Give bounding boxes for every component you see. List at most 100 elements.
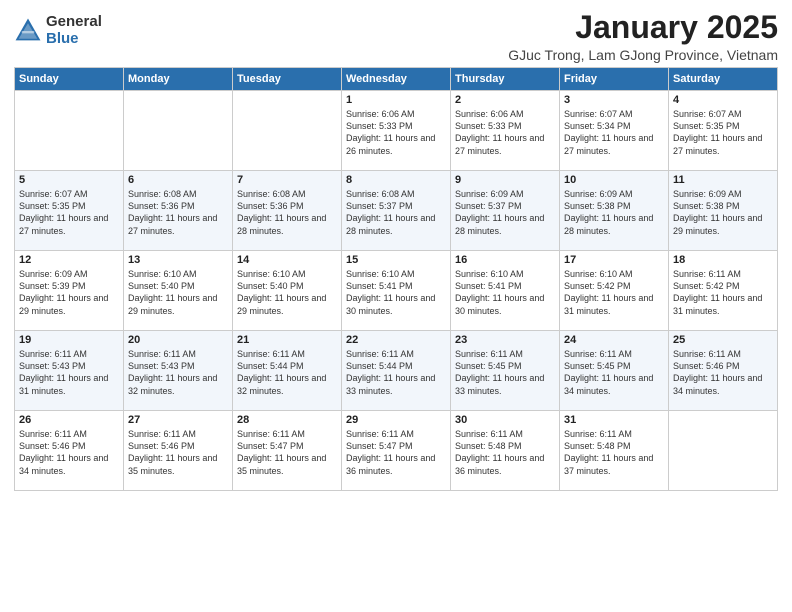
col-friday: Friday (560, 68, 669, 91)
day-content: Sunrise: 6:08 AM Sunset: 5:37 PM Dayligh… (346, 188, 446, 237)
calendar-cell: 17 Sunrise: 6:10 AM Sunset: 5:42 PM Dayli… (560, 251, 669, 331)
day-content: Sunrise: 6:08 AM Sunset: 5:36 PM Dayligh… (128, 188, 228, 237)
calendar-cell: 6 Sunrise: 6:08 AM Sunset: 5:36 PM Daylig… (124, 171, 233, 251)
day-number: 3 (564, 94, 664, 106)
calendar-cell: 19 Sunrise: 6:11 AM Sunset: 5:43 PM Dayli… (15, 331, 124, 411)
day-content: Sunrise: 6:07 AM Sunset: 5:35 PM Dayligh… (19, 188, 119, 237)
calendar-cell: 28 Sunrise: 6:11 AM Sunset: 5:47 PM Dayli… (233, 411, 342, 491)
day-number: 5 (19, 174, 119, 186)
calendar-cell: 21 Sunrise: 6:11 AM Sunset: 5:44 PM Dayli… (233, 331, 342, 411)
day-number: 16 (455, 254, 555, 266)
title-block: January 2025 GJuc Trong, Lam GJong Provi… (508, 10, 778, 63)
col-wednesday: Wednesday (342, 68, 451, 91)
header-row: Sunday Monday Tuesday Wednesday Thursday… (15, 68, 778, 91)
calendar-cell: 22Sunrise: 6:11 AM Sunset: 5:44 PM Dayli… (342, 331, 451, 411)
day-content: Sunrise: 6:06 AM Sunset: 5:33 PM Dayligh… (346, 108, 446, 157)
calendar-cell: 24Sunrise: 6:11 AM Sunset: 5:45 PM Dayli… (560, 331, 669, 411)
calendar-cell: 1 Sunrise: 6:06 AM Sunset: 5:33 PM Daylig… (342, 91, 451, 171)
day-number: 25 (673, 334, 773, 346)
day-content: Sunrise: 6:07 AM Sunset: 5:34 PM Dayligh… (564, 108, 664, 157)
location: GJuc Trong, Lam GJong Province, Vietnam (508, 47, 778, 63)
day-number: 14 (237, 254, 337, 266)
day-content: Sunrise: 6:11 AM Sunset: 5:43 PM Dayligh… (19, 348, 119, 397)
calendar-cell: 29 Sunrise: 6:11 AM Sunset: 5:47 PM Dayli… (342, 411, 451, 491)
calendar-cell (124, 91, 233, 171)
day-content: Sunrise: 6:10 AM Sunset: 5:40 PM Dayligh… (128, 268, 228, 317)
day-number: 2 (455, 94, 555, 106)
day-number: 23 (455, 334, 555, 346)
calendar-cell: 30 Sunrise: 6:11 AM Sunset: 5:48 PM Dayli… (451, 411, 560, 491)
page: General Blue January 2025 GJuc Trong, La… (0, 0, 792, 612)
logo: General Blue (14, 14, 102, 47)
day-number: 6 (128, 174, 228, 186)
calendar-cell: 11 Sunrise: 6:09 AM Sunset: 5:38 PM Dayli… (669, 171, 778, 251)
header: General Blue January 2025 GJuc Trong, La… (14, 10, 778, 63)
month-title: January 2025 (508, 10, 778, 45)
day-content: Sunrise: 6:11 AM Sunset: 5:47 PM Dayligh… (346, 428, 446, 477)
day-content: Sunrise: 6:11 AM Sunset: 5:45 PM Dayligh… (455, 348, 555, 397)
calendar-cell: 12Sunrise: 6:09 AM Sunset: 5:39 PM Dayli… (15, 251, 124, 331)
calendar-cell: 25 Sunrise: 6:11 AM Sunset: 5:46 PM Dayli… (669, 331, 778, 411)
day-content: Sunrise: 6:11 AM Sunset: 5:46 PM Dayligh… (673, 348, 773, 397)
day-number: 29 (346, 414, 446, 426)
logo-icon (14, 17, 42, 45)
calendar-cell: 26 Sunrise: 6:11 AM Sunset: 5:46 PM Dayli… (15, 411, 124, 491)
day-content: Sunrise: 6:11 AM Sunset: 5:46 PM Dayligh… (19, 428, 119, 477)
calendar-cell: 16 Sunrise: 6:10 AM Sunset: 5:41 PM Dayli… (451, 251, 560, 331)
day-number: 31 (564, 414, 664, 426)
calendar-cell: 10 Sunrise: 6:09 AM Sunset: 5:38 PM Dayli… (560, 171, 669, 251)
calendar-cell: 18 Sunrise: 6:11 AM Sunset: 5:42 PM Dayli… (669, 251, 778, 331)
day-number: 8 (346, 174, 446, 186)
calendar-cell (15, 91, 124, 171)
day-number: 17 (564, 254, 664, 266)
day-number: 9 (455, 174, 555, 186)
calendar-cell: 15Sunrise: 6:10 AM Sunset: 5:41 PM Dayli… (342, 251, 451, 331)
day-content: Sunrise: 6:07 AM Sunset: 5:35 PM Dayligh… (673, 108, 773, 157)
calendar-cell: 14Sunrise: 6:10 AM Sunset: 5:40 PM Dayli… (233, 251, 342, 331)
day-number: 30 (455, 414, 555, 426)
calendar-week-2: 5 Sunrise: 6:07 AM Sunset: 5:35 PM Daylig… (15, 171, 778, 251)
calendar-cell: 9Sunrise: 6:09 AM Sunset: 5:37 PM Daylig… (451, 171, 560, 251)
calendar-cell: 8 Sunrise: 6:08 AM Sunset: 5:37 PM Daylig… (342, 171, 451, 251)
day-content: Sunrise: 6:09 AM Sunset: 5:38 PM Dayligh… (673, 188, 773, 237)
day-number: 11 (673, 174, 773, 186)
col-sunday: Sunday (15, 68, 124, 91)
day-content: Sunrise: 6:10 AM Sunset: 5:41 PM Dayligh… (455, 268, 555, 317)
day-content: Sunrise: 6:11 AM Sunset: 5:48 PM Dayligh… (455, 428, 555, 477)
col-tuesday: Tuesday (233, 68, 342, 91)
calendar-week-5: 26 Sunrise: 6:11 AM Sunset: 5:46 PM Dayli… (15, 411, 778, 491)
day-number: 4 (673, 94, 773, 106)
logo-blue: Blue (46, 31, 102, 48)
day-number: 15 (346, 254, 446, 266)
calendar-cell: 2 Sunrise: 6:06 AM Sunset: 5:33 PM Daylig… (451, 91, 560, 171)
calendar-cell: 27 Sunrise: 6:11 AM Sunset: 5:46 PM Dayli… (124, 411, 233, 491)
day-number: 20 (128, 334, 228, 346)
calendar-cell: 3 Sunrise: 6:07 AM Sunset: 5:34 PM Daylig… (560, 91, 669, 171)
day-content: Sunrise: 6:11 AM Sunset: 5:43 PM Dayligh… (128, 348, 228, 397)
day-number: 24 (564, 334, 664, 346)
calendar-cell: 13Sunrise: 6:10 AM Sunset: 5:40 PM Dayli… (124, 251, 233, 331)
col-saturday: Saturday (669, 68, 778, 91)
day-content: Sunrise: 6:09 AM Sunset: 5:38 PM Dayligh… (564, 188, 664, 237)
day-content: Sunrise: 6:06 AM Sunset: 5:33 PM Dayligh… (455, 108, 555, 157)
day-number: 1 (346, 94, 446, 106)
logo-text: General Blue (46, 14, 102, 47)
calendar-week-3: 12Sunrise: 6:09 AM Sunset: 5:39 PM Dayli… (15, 251, 778, 331)
day-number: 21 (237, 334, 337, 346)
day-number: 19 (19, 334, 119, 346)
calendar-cell: 20 Sunrise: 6:11 AM Sunset: 5:43 PM Dayli… (124, 331, 233, 411)
day-content: Sunrise: 6:11 AM Sunset: 5:44 PM Dayligh… (237, 348, 337, 397)
day-content: Sunrise: 6:11 AM Sunset: 5:42 PM Dayligh… (673, 268, 773, 317)
day-content: Sunrise: 6:11 AM Sunset: 5:46 PM Dayligh… (128, 428, 228, 477)
day-content: Sunrise: 6:11 AM Sunset: 5:47 PM Dayligh… (237, 428, 337, 477)
day-content: Sunrise: 6:11 AM Sunset: 5:44 PM Dayligh… (346, 348, 446, 397)
col-thursday: Thursday (451, 68, 560, 91)
day-content: Sunrise: 6:10 AM Sunset: 5:42 PM Dayligh… (564, 268, 664, 317)
day-number: 26 (19, 414, 119, 426)
day-number: 18 (673, 254, 773, 266)
calendar-cell: 4 Sunrise: 6:07 AM Sunset: 5:35 PM Daylig… (669, 91, 778, 171)
day-content: Sunrise: 6:08 AM Sunset: 5:36 PM Dayligh… (237, 188, 337, 237)
day-number: 27 (128, 414, 228, 426)
day-number: 28 (237, 414, 337, 426)
day-number: 10 (564, 174, 664, 186)
